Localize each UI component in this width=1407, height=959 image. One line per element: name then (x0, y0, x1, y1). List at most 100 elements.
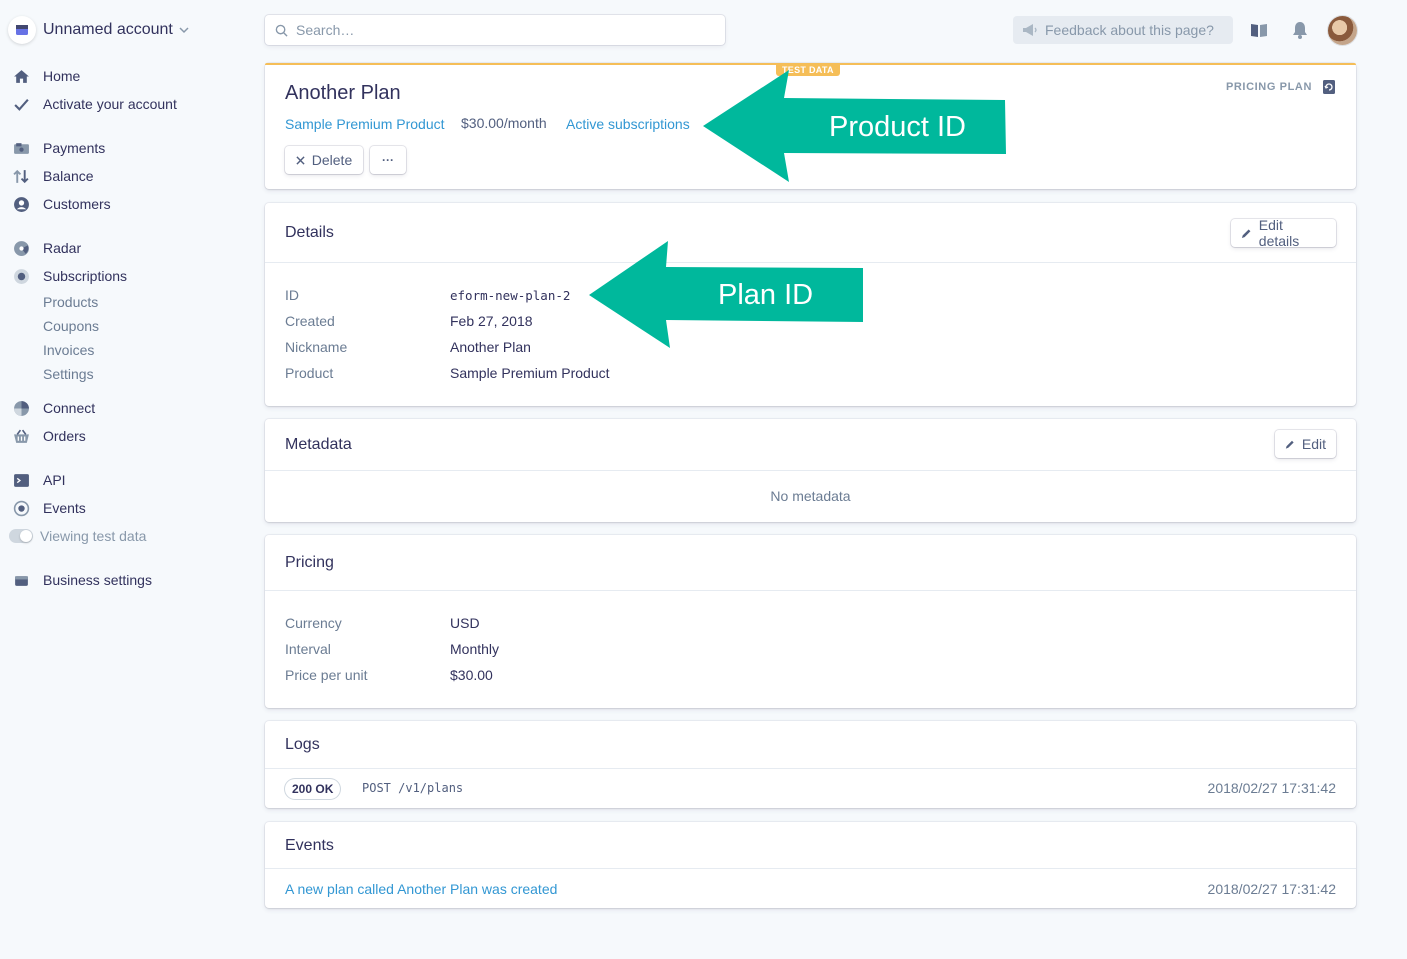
sidebar-item-business-settings[interactable]: Business settings (12, 569, 152, 591)
log-timestamp: 2018/02/27 17:31:42 (1207, 780, 1336, 796)
sidebar-item-payments[interactable]: Payments (12, 137, 105, 159)
check-icon (12, 95, 30, 113)
created-value: Feb 27, 2018 (450, 313, 533, 329)
pricing-label-currency: Currency (285, 615, 342, 631)
business-settings-icon (12, 571, 30, 589)
sidebar-item-label: Business settings (43, 572, 152, 588)
nickname-value: Another Plan (450, 339, 531, 355)
orders-icon (12, 427, 30, 445)
active-subscriptions-link[interactable]: Active subscriptions (566, 116, 690, 132)
pencil-icon (1241, 228, 1251, 238)
payments-icon (12, 139, 30, 157)
connect-icon (12, 399, 30, 417)
events-card: Events A new plan called Another Plan wa… (265, 822, 1356, 908)
sidebar: Unnamed account Home Activate your accou… (0, 0, 250, 959)
edit-details-label: Edit details (1258, 217, 1300, 249)
api-icon (12, 471, 30, 489)
price-per-unit-value: $30.00 (450, 667, 493, 683)
metadata-title: Metadata (285, 436, 352, 453)
account-switcher[interactable]: Unnamed account (8, 15, 189, 45)
sidebar-item-label: Events (43, 500, 86, 516)
no-metadata-text: No metadata (770, 488, 851, 504)
sidebar-item-radar[interactable]: Radar (12, 237, 81, 259)
product-id-annotation: Product ID (829, 111, 966, 143)
plan-id-annotation: Plan ID (718, 279, 814, 311)
plan-price: $30.00/month (461, 115, 547, 131)
docs-icon[interactable] (1249, 20, 1269, 40)
sidebar-item-balance[interactable]: Balance (12, 165, 94, 187)
event-link[interactable]: A new plan called Another Plan was creat… (285, 881, 557, 897)
sidebar-item-label: Subscriptions (43, 268, 128, 284)
sidebar-item-activate[interactable]: Activate your account (12, 93, 177, 115)
toggle-switch[interactable] (9, 529, 33, 543)
subscriptions-icon (12, 267, 30, 285)
search-icon (275, 24, 288, 37)
more-actions-button[interactable]: ··· (370, 146, 406, 174)
delete-label: Delete (311, 152, 353, 168)
search-bar[interactable] (265, 15, 725, 45)
sidebar-item-label: Radar (43, 240, 82, 256)
search-input[interactable] (296, 22, 696, 38)
test-data-label: Viewing test data (40, 528, 147, 544)
pricing-card: Pricing Currency USD Interval Monthly Pr… (265, 535, 1356, 708)
sidebar-subitem-settings[interactable]: Settings (43, 364, 94, 384)
event-timestamp: 2018/02/27 17:31:42 (1207, 881, 1336, 897)
store-icon (8, 16, 36, 44)
events-title: Events (285, 837, 334, 854)
divider (265, 768, 1356, 769)
sidebar-item-label: Orders (43, 428, 86, 444)
log-request: POST /v1/plans (362, 781, 464, 795)
home-icon (12, 67, 30, 85)
chevron-down-icon (179, 27, 189, 34)
details-title: Details (285, 224, 334, 241)
sidebar-item-events[interactable]: Events (12, 497, 86, 519)
sidebar-item-api[interactable]: API (12, 469, 66, 491)
plan-type-label: PRICING PLAN (1225, 81, 1312, 93)
sidebar-item-connect[interactable]: Connect (12, 397, 95, 419)
megaphone-icon (1023, 24, 1037, 36)
logs-card: Logs 200 OK POST /v1/plans 2018/02/27 17… (265, 721, 1356, 808)
events-icon (12, 499, 30, 517)
edit-metadata-label: Edit (1301, 436, 1326, 452)
sidebar-subitem-products[interactable]: Products (43, 292, 98, 312)
test-data-toggle[interactable]: Viewing test data (9, 525, 147, 547)
edit-details-button[interactable]: Edit details (1231, 217, 1336, 249)
sidebar-item-label: Customers (43, 196, 111, 212)
detail-label-product: Product (285, 365, 334, 381)
edit-metadata-button[interactable]: Edit (1275, 430, 1336, 458)
status-badge: 200 OK (285, 779, 340, 799)
detail-label-created: Created (285, 313, 335, 329)
sidebar-item-label: API (43, 472, 66, 488)
delete-button[interactable]: Delete (285, 146, 363, 174)
product-value: Sample Premium Product (450, 365, 610, 381)
feedback-button[interactable]: Feedback about this page? (1013, 16, 1233, 44)
pricing-title: Pricing (285, 554, 334, 571)
sidebar-item-customers[interactable]: Customers (12, 193, 111, 215)
sidebar-subitem-invoices[interactable]: Invoices (43, 340, 94, 360)
sidebar-item-orders[interactable]: Orders (12, 425, 86, 447)
user-avatar[interactable] (1328, 16, 1357, 45)
sidebar-item-home[interactable]: Home (12, 65, 80, 87)
pencil-icon (1285, 440, 1294, 449)
plan-id-value: eform-new-plan-2 (450, 288, 571, 303)
detail-label-id: ID (285, 287, 299, 303)
sidebar-item-label: Balance (43, 168, 94, 184)
sidebar-item-label: Home (43, 68, 81, 84)
balance-icon (12, 167, 30, 185)
divider (265, 868, 1356, 869)
detail-label-nickname: Nickname (285, 339, 348, 355)
close-icon (296, 155, 305, 165)
notifications-bell-icon[interactable] (1290, 20, 1310, 40)
recurring-plan-icon (1323, 80, 1335, 94)
sidebar-item-subscriptions[interactable]: Subscriptions (12, 265, 127, 287)
radar-icon (12, 239, 30, 257)
metadata-card: Metadata Edit No metadata (265, 419, 1356, 522)
currency-value: USD (450, 615, 480, 631)
divider (265, 470, 1356, 471)
product-link[interactable]: Sample Premium Product (285, 116, 445, 132)
sidebar-subitem-coupons[interactable]: Coupons (43, 316, 99, 336)
logs-title: Logs (285, 736, 320, 753)
sidebar-item-label: Connect (43, 400, 96, 416)
page-title: Another Plan (285, 82, 401, 104)
pricing-label-interval: Interval (285, 641, 331, 657)
